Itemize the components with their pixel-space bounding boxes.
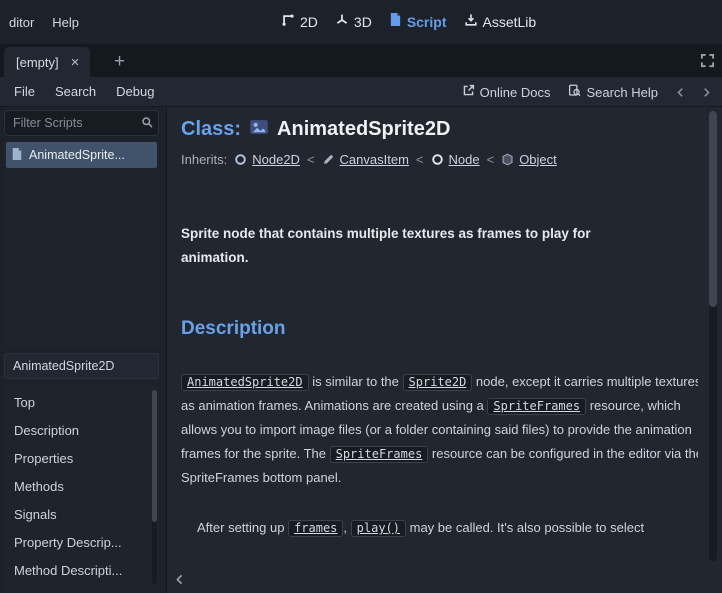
- menu-help[interactable]: Help: [43, 10, 88, 35]
- page-title: AnimatedSprite2D: [277, 118, 450, 141]
- para-text: After setting up: [197, 520, 288, 535]
- member-item-top[interactable]: Top: [4, 388, 159, 416]
- doc-content: Class: AnimatedSprite2D Inherits: Node2D…: [181, 107, 698, 565]
- description-paragraph: AnimatedSprite2D is similar to the Sprit…: [181, 370, 698, 490]
- search-help-button[interactable]: Search Help: [561, 80, 665, 104]
- menubar-right: Online Docs Search Help: [455, 77, 717, 107]
- workspace-3d-button[interactable]: 3D: [335, 13, 372, 32]
- inherits-separator: <: [487, 152, 495, 167]
- 2d-icon: [281, 13, 295, 32]
- script-icon: [389, 12, 402, 32]
- class-label: Class:: [181, 118, 241, 141]
- sidebar-class-name: AnimatedSprite2D: [4, 353, 159, 379]
- brief-description: Sprite node that contains multiple textu…: [181, 222, 646, 270]
- godot-editor-window: ditor Help 2D 3D Script AssetLib [: [0, 0, 722, 593]
- inherit-link-object[interactable]: Object: [519, 152, 557, 167]
- inherits-separator: <: [416, 152, 424, 167]
- close-icon[interactable]: ×: [71, 55, 80, 70]
- member-list-scrollbar[interactable]: [152, 390, 157, 584]
- workspace-2d-label: 2D: [300, 14, 318, 30]
- script-list: AnimatedSprite...: [4, 140, 159, 348]
- inherit-link-canvasitem[interactable]: CanvasItem: [340, 152, 409, 167]
- bottom-strip: [167, 565, 722, 593]
- workspace-assetlib-button[interactable]: AssetLib: [464, 13, 537, 32]
- inherit-link-node[interactable]: Node: [449, 152, 480, 167]
- class-link-spriteframes[interactable]: SpriteFrames: [487, 398, 586, 415]
- member-item-properties[interactable]: Properties: [4, 444, 159, 472]
- class-link-spriteframes-2[interactable]: SpriteFrames: [330, 446, 429, 463]
- script-list-item-label: AnimatedSprite...: [29, 148, 125, 162]
- documentation-panel: Class: AnimatedSprite2D Inherits: Node2D…: [166, 107, 722, 593]
- filter-scripts-input[interactable]: [4, 110, 159, 136]
- animatedsprite2d-class-icon: [249, 117, 269, 142]
- class-link-animatedsprite2d[interactable]: AnimatedSprite2D: [181, 374, 309, 391]
- para-text: is similar to the: [309, 374, 403, 389]
- menu-search[interactable]: Search: [45, 79, 106, 104]
- history-forward-icon[interactable]: [695, 81, 717, 103]
- collapse-panel-icon[interactable]: [174, 572, 186, 587]
- member-item-methods[interactable]: Methods: [4, 472, 159, 500]
- para-text: may be called. It's also possible to sel…: [406, 520, 644, 535]
- assetlib-icon: [464, 13, 478, 32]
- inherits-label: Inherits:: [181, 152, 227, 167]
- class-link-sprite2d[interactable]: Sprite2D: [403, 374, 473, 391]
- script-file-icon: [11, 147, 23, 164]
- method-link-play[interactable]: play(): [351, 520, 406, 537]
- tab-label: [empty]: [16, 55, 59, 70]
- workspace-assetlib-label: AssetLib: [483, 14, 537, 30]
- external-link-icon: [462, 84, 475, 100]
- workspace-script-button[interactable]: Script: [389, 12, 447, 32]
- tab-empty-script[interactable]: [empty] ×: [4, 47, 90, 77]
- script-tabbar: [empty] × +: [0, 44, 722, 77]
- topbar-menus: ditor Help: [0, 10, 88, 35]
- filter-scripts: [4, 110, 159, 136]
- script-list-item-animatedsprite2d[interactable]: AnimatedSprite...: [6, 142, 157, 168]
- script-menubar: File Search Debug Online Docs Search Hel…: [0, 77, 722, 107]
- search-help-label: Search Help: [586, 85, 658, 100]
- workspace-switcher: 2D 3D Script AssetLib: [281, 0, 536, 44]
- node2d-icon: [234, 153, 247, 166]
- script-sidebar: AnimatedSprite... AnimatedSprite2D Top D…: [0, 107, 166, 593]
- online-docs-button[interactable]: Online Docs: [455, 80, 558, 104]
- menu-debug[interactable]: Debug: [106, 79, 164, 104]
- doc-title: Class: AnimatedSprite2D: [181, 117, 698, 142]
- scrollbar-thumb[interactable]: [709, 111, 717, 307]
- member-item-signals[interactable]: Signals: [4, 500, 159, 528]
- object-icon: [501, 153, 514, 166]
- member-item-property-descriptions[interactable]: Property Descrip...: [4, 528, 159, 556]
- node-icon: [431, 153, 444, 166]
- history-back-icon[interactable]: [669, 81, 691, 103]
- inherits-row: Inherits: Node2D < CanvasItem < Node < O…: [181, 150, 698, 168]
- doc-search-icon: [568, 84, 581, 100]
- add-tab-button[interactable]: +: [109, 50, 130, 73]
- member-list: Top Description Properties Methods Signa…: [4, 385, 159, 591]
- search-icon: [141, 116, 154, 134]
- doc-scrollbar[interactable]: [709, 111, 717, 561]
- description-paragraph-partial: After setting up frames, play() may be c…: [181, 516, 698, 540]
- scrollbar-thumb[interactable]: [152, 390, 157, 522]
- workspace-2d-button[interactable]: 2D: [281, 13, 318, 32]
- online-docs-label: Online Docs: [480, 85, 551, 100]
- workspace-3d-label: 3D: [354, 14, 372, 30]
- topbar: ditor Help 2D 3D Script AssetLib: [0, 0, 722, 44]
- para-text: ,: [343, 520, 350, 535]
- menu-file[interactable]: File: [4, 79, 45, 104]
- member-link-frames[interactable]: frames: [288, 520, 343, 537]
- menu-editor[interactable]: ditor: [0, 10, 43, 35]
- distraction-free-icon[interactable]: [700, 53, 715, 73]
- inherits-separator: <: [307, 152, 315, 167]
- member-item-description[interactable]: Description: [4, 416, 159, 444]
- workspace-script-label: Script: [407, 14, 447, 30]
- canvasitem-icon: [322, 153, 335, 166]
- member-item-method-descriptions[interactable]: Method Descripti...: [4, 556, 159, 584]
- description-heading: Description: [181, 318, 698, 340]
- inherit-link-node2d[interactable]: Node2D: [252, 152, 300, 167]
- 3d-icon: [335, 13, 349, 32]
